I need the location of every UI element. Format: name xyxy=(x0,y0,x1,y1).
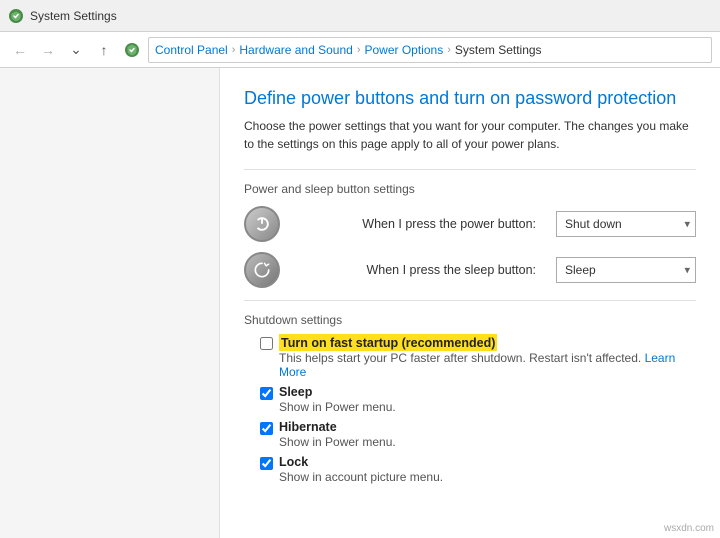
window-title: System Settings xyxy=(30,9,117,23)
fast-startup-content: Turn on fast startup (recommended) This … xyxy=(279,335,696,379)
nav-icon xyxy=(124,42,140,58)
title-bar: System Settings xyxy=(0,0,720,32)
hibernate-checkbox[interactable] xyxy=(260,422,273,435)
page-desc: Choose the power settings that you want … xyxy=(244,117,696,153)
hibernate-content: Hibernate Show in Power menu. xyxy=(279,420,396,449)
power-button-dropdown[interactable]: Shut down Sleep Hibernate Turn off the d… xyxy=(556,211,696,237)
sleep-icon xyxy=(244,252,280,288)
address-bar: ← → ⌄ ↑ Control Panel › Hardware and Sou… xyxy=(0,32,720,68)
hibernate-desc: Show in Power menu. xyxy=(279,435,396,449)
breadcrumb-power-options[interactable]: Power Options xyxy=(364,43,443,57)
lock-checkbox[interactable] xyxy=(260,457,273,470)
main-area: Define power buttons and turn on passwor… xyxy=(0,68,720,538)
window-icon xyxy=(8,8,24,24)
sleep-checkbox[interactable] xyxy=(260,387,273,400)
page-title: Define power buttons and turn on passwor… xyxy=(244,88,696,109)
fast-startup-highlight: Turn on fast startup (recommended) xyxy=(279,334,497,351)
learn-more-link[interactable]: Learn More xyxy=(279,351,675,379)
sleep-desc: Show in Power menu. xyxy=(279,400,396,414)
breadcrumb: Control Panel › Hardware and Sound › Pow… xyxy=(148,37,712,63)
breadcrumb-sep-1: › xyxy=(230,44,238,56)
breadcrumb-control-panel[interactable]: Control Panel xyxy=(155,43,228,57)
sleep-dropdown-wrapper: Sleep Shut down Hibernate Turn off the d… xyxy=(556,257,696,283)
lock-row: Lock Show in account picture menu. xyxy=(260,455,696,484)
breadcrumb-hardware-sound[interactable]: Hardware and Sound xyxy=(239,43,352,57)
sleep-content: Sleep Show in Power menu. xyxy=(279,385,396,414)
content-area: Define power buttons and turn on passwor… xyxy=(220,68,720,538)
breadcrumb-sep-3: › xyxy=(445,44,453,56)
shutdown-section: Shutdown settings Turn on fast startup (… xyxy=(244,313,696,484)
divider-2 xyxy=(244,300,696,301)
sidebar xyxy=(0,68,220,538)
sleep-row: Sleep Show in Power menu. xyxy=(260,385,696,414)
power-dropdown-wrapper: Shut down Sleep Hibernate Turn off the d… xyxy=(556,211,696,237)
hibernate-row: Hibernate Show in Power menu. xyxy=(260,420,696,449)
breadcrumb-sep-2: › xyxy=(355,44,363,56)
sleep-label: Sleep xyxy=(279,385,396,399)
fast-startup-label-text: Turn on fast startup (recommended) xyxy=(281,336,495,350)
breadcrumb-system-settings: System Settings xyxy=(455,43,542,57)
sleep-button-row: When I press the sleep button: Sleep Shu… xyxy=(244,252,696,288)
sleep-button-label: When I press the sleep button: xyxy=(292,263,544,277)
fast-startup-label: Turn on fast startup (recommended) xyxy=(279,335,696,350)
sleep-button-dropdown[interactable]: Sleep Shut down Hibernate Turn off the d… xyxy=(556,257,696,283)
back-button[interactable]: ← xyxy=(8,38,32,62)
recent-button[interactable]: ⌄ xyxy=(64,38,88,62)
fast-startup-row: Turn on fast startup (recommended) This … xyxy=(260,335,696,379)
divider-1 xyxy=(244,169,696,170)
lock-content: Lock Show in account picture menu. xyxy=(279,455,443,484)
lock-desc: Show in account picture menu. xyxy=(279,470,443,484)
fast-startup-checkbox[interactable] xyxy=(260,337,273,350)
power-sleep-label: Power and sleep button settings xyxy=(244,182,696,196)
fast-startup-desc: This helps start your PC faster after sh… xyxy=(279,351,696,379)
lock-label: Lock xyxy=(279,455,443,469)
up-button[interactable]: ↑ xyxy=(92,38,116,62)
forward-button[interactable]: → xyxy=(36,38,60,62)
watermark: wsxdn.com xyxy=(664,523,714,534)
hibernate-label: Hibernate xyxy=(279,420,396,434)
shutdown-section-label: Shutdown settings xyxy=(244,313,696,327)
power-button-row: When I press the power button: Shut down… xyxy=(244,206,696,242)
power-button-label: When I press the power button: xyxy=(292,217,544,231)
power-icon xyxy=(244,206,280,242)
